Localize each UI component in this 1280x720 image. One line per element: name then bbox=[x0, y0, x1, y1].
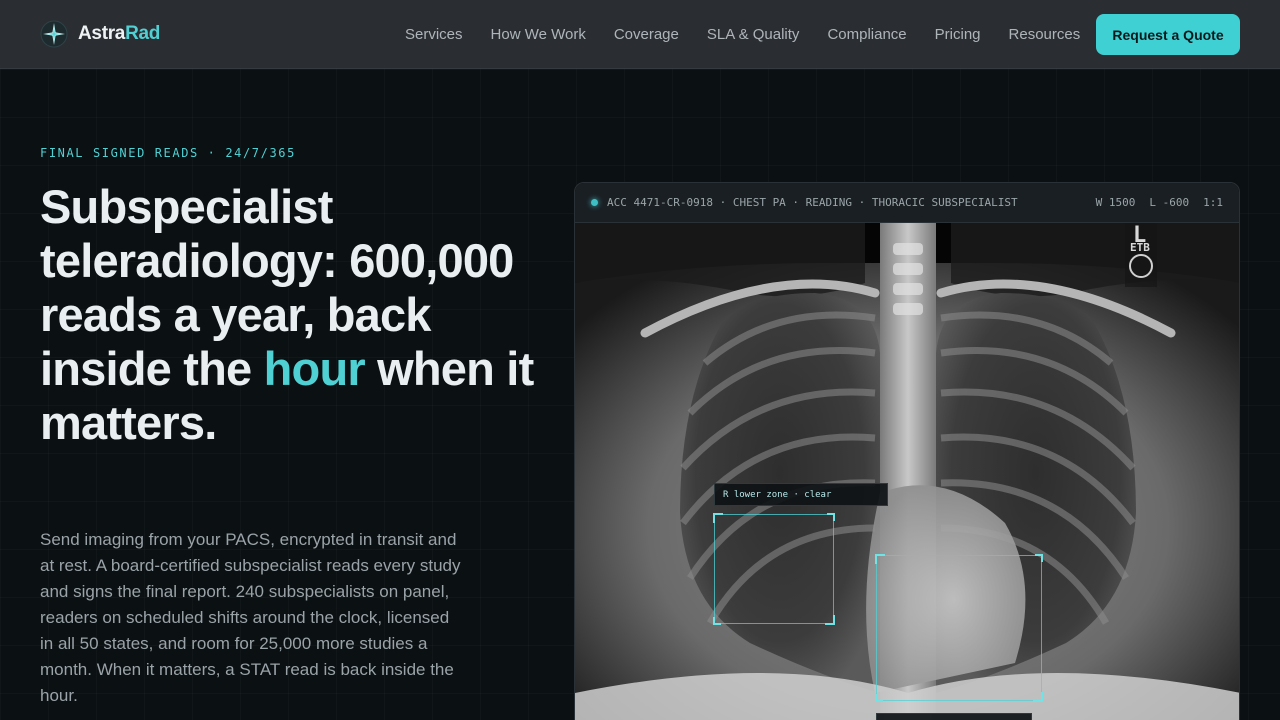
roi-box-right-lower-zone[interactable] bbox=[713, 513, 835, 625]
nav-item-sla-quality[interactable]: SLA & Quality bbox=[707, 26, 800, 43]
live-status-dot-icon bbox=[591, 199, 598, 206]
marker-tag: ETB bbox=[1130, 241, 1150, 254]
brand-name-part2: Rad bbox=[125, 23, 161, 44]
roi-box-cardiac[interactable] bbox=[875, 554, 1043, 702]
laterality-marker: L ETB bbox=[1125, 223, 1157, 287]
zoom-level: 1:1 bbox=[1203, 196, 1223, 209]
brand-logo[interactable]: AstraRad bbox=[40, 20, 160, 48]
window-level: L -600 bbox=[1149, 196, 1190, 209]
request-quote-button[interactable]: Request a Quote bbox=[1096, 14, 1240, 55]
annotation-label-secondary bbox=[876, 713, 1032, 720]
study-info: ACC 4471-CR-0918 · CHEST PA · READING · … bbox=[607, 196, 1018, 209]
hero-description: Send imaging from your PACS, encrypted i… bbox=[40, 530, 461, 705]
marker-ring-icon bbox=[1129, 254, 1153, 278]
nav-item-pricing[interactable]: Pricing bbox=[935, 26, 981, 43]
chest-xray-image[interactable]: L ETB R lower zone · clear bbox=[575, 223, 1239, 720]
star-logo-icon bbox=[40, 20, 68, 48]
annotation-label: R lower zone · clear bbox=[714, 483, 888, 506]
window-width: W 1500 bbox=[1095, 196, 1136, 209]
top-navigation-bar: AstraRad Services How We Work Coverage S… bbox=[0, 0, 1280, 69]
nav-item-resources[interactable]: Resources bbox=[1009, 26, 1081, 43]
dicom-viewer-panel: ACC 4471-CR-0918 · CHEST PA · READING · … bbox=[574, 182, 1240, 720]
viewer-header-bar: ACC 4471-CR-0918 · CHEST PA · READING · … bbox=[575, 183, 1239, 223]
nav-item-services[interactable]: Services bbox=[405, 26, 463, 43]
viewer-window-settings: W 1500 L -600 1:1 bbox=[1082, 196, 1223, 209]
nav-item-compliance[interactable]: Compliance bbox=[827, 26, 906, 43]
hero-headline: Subspecialist teleradiology: 600,000 rea… bbox=[40, 180, 540, 450]
main-nav: Services How We Work Coverage SLA & Qual… bbox=[391, 0, 1094, 69]
nav-item-coverage[interactable]: Coverage bbox=[614, 26, 679, 43]
headline-accent-word: hour bbox=[263, 342, 366, 395]
brand-name-part1: Astra bbox=[78, 23, 126, 44]
hero-eyebrow: FINAL SIGNED READS · 24/7/365 bbox=[40, 146, 296, 160]
brand-name: AstraRad bbox=[78, 23, 160, 45]
nav-item-how-we-work[interactable]: How We Work bbox=[491, 26, 586, 43]
